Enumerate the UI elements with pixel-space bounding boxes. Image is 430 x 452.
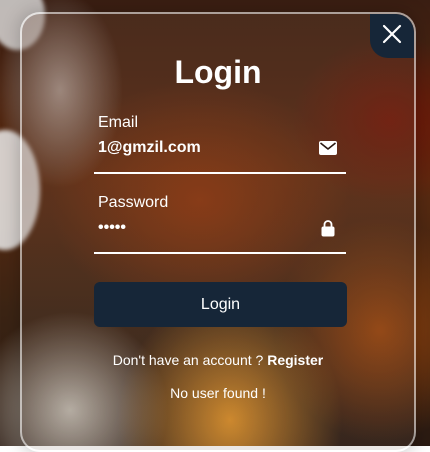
register-prompt-text: Don't have an account ? xyxy=(112,352,268,368)
close-icon xyxy=(382,24,402,49)
mail-icon xyxy=(318,138,338,158)
login-card: Login Email Password Login Don't have an… xyxy=(20,12,416,452)
lock-icon xyxy=(318,218,338,238)
close-button[interactable] xyxy=(370,14,414,58)
error-message: No user found ! xyxy=(170,385,266,401)
password-field-group: Password xyxy=(94,194,346,254)
login-button[interactable]: Login xyxy=(94,282,347,327)
email-field[interactable] xyxy=(98,136,308,160)
password-field[interactable] xyxy=(98,216,308,240)
email-field-group: Email xyxy=(94,114,346,174)
password-label: Password xyxy=(98,194,169,211)
register-prompt: Don't have an account ? Register xyxy=(22,352,414,368)
email-label: Email xyxy=(98,114,139,131)
page-title: Login xyxy=(174,54,262,90)
register-link[interactable]: Register xyxy=(267,352,323,368)
